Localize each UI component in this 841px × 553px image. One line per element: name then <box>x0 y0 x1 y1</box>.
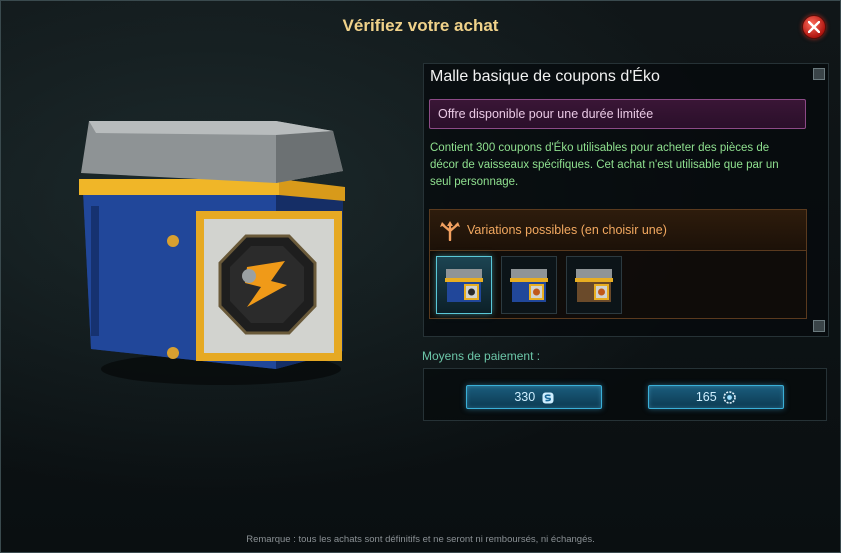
chest-image <box>79 121 345 385</box>
item-info-panel: Malle basique de coupons d'Éko Offre dis… <box>423 63 829 337</box>
dialog-title: Vérifiez votre achat <box>342 16 499 35</box>
close-icon <box>808 21 820 33</box>
price-amount: 165 <box>695 390 717 404</box>
purchase-dialog: Vérifiez votre achat Malle basique de co… <box>0 0 841 553</box>
chest-thumbnail-icon <box>510 269 548 302</box>
payment-label: Moyens de paiement : <box>422 349 541 363</box>
scroll-down-button[interactable] <box>813 320 825 332</box>
offer-text: Offre disponible pour une durée limitée <box>438 107 654 121</box>
branch-arrows-icon <box>440 221 460 241</box>
variations-header: Variations possibles (en choisir une) <box>430 210 806 251</box>
chest-thumbnail-icon <box>445 269 483 302</box>
variations-label: Variations possibles (en choisir une) <box>467 223 667 237</box>
close-button[interactable] <box>802 15 826 39</box>
price-amount: 330 <box>514 390 536 404</box>
coupon-currency-icon <box>723 391 736 405</box>
item-description: Contient 300 coupons d'Éko utilisables p… <box>430 142 779 188</box>
payment-panel: 330 165 <box>423 368 827 421</box>
chest-thumbnail-icon <box>575 269 613 302</box>
limited-offer-banner: Offre disponible pour une durée limitée <box>429 99 806 129</box>
scroll-up-button[interactable] <box>813 68 825 80</box>
pay-premium-currency-button[interactable]: 330 <box>466 385 602 409</box>
item-name: Malle basique de coupons d'Éko <box>430 68 660 85</box>
premium-currency-icon <box>542 392 554 404</box>
variations-section: Variations possibles (en choisir une) <box>429 209 807 319</box>
purchase-remark: Remarque : tous les achats sont définiti… <box>246 534 595 545</box>
variation-option-3[interactable] <box>566 256 622 314</box>
variation-option-1[interactable] <box>436 256 492 314</box>
pay-coupon-currency-button[interactable]: 165 <box>648 385 784 409</box>
variation-option-2[interactable] <box>501 256 557 314</box>
